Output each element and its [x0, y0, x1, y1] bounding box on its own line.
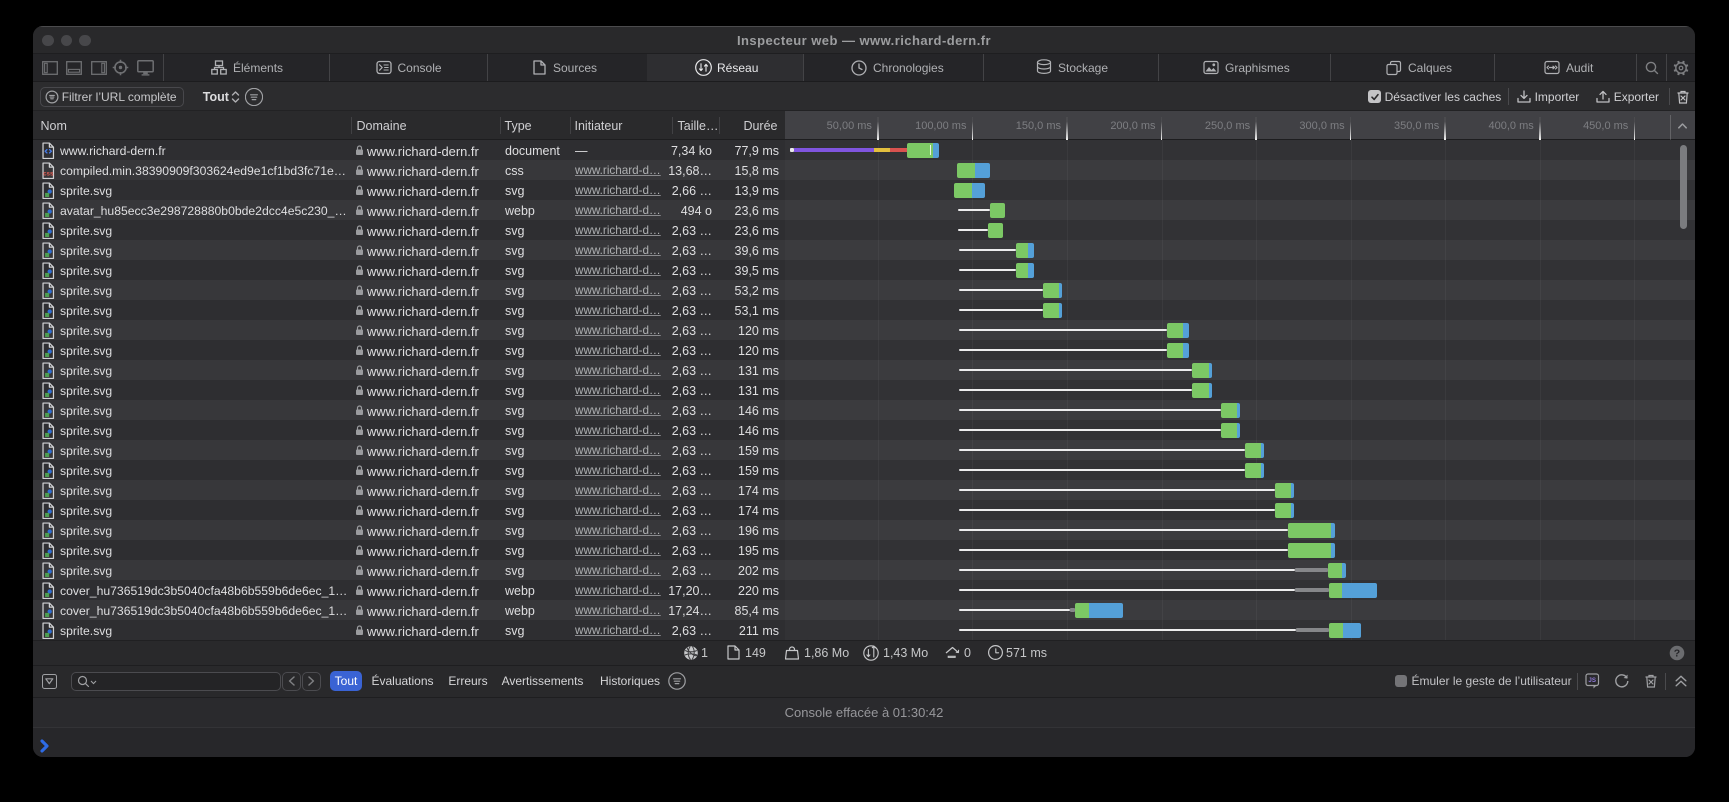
svg-text:?: ?: [1674, 647, 1680, 659]
svg-text:css: css: [43, 170, 54, 177]
svg-text:JS: JS: [1588, 677, 1596, 684]
